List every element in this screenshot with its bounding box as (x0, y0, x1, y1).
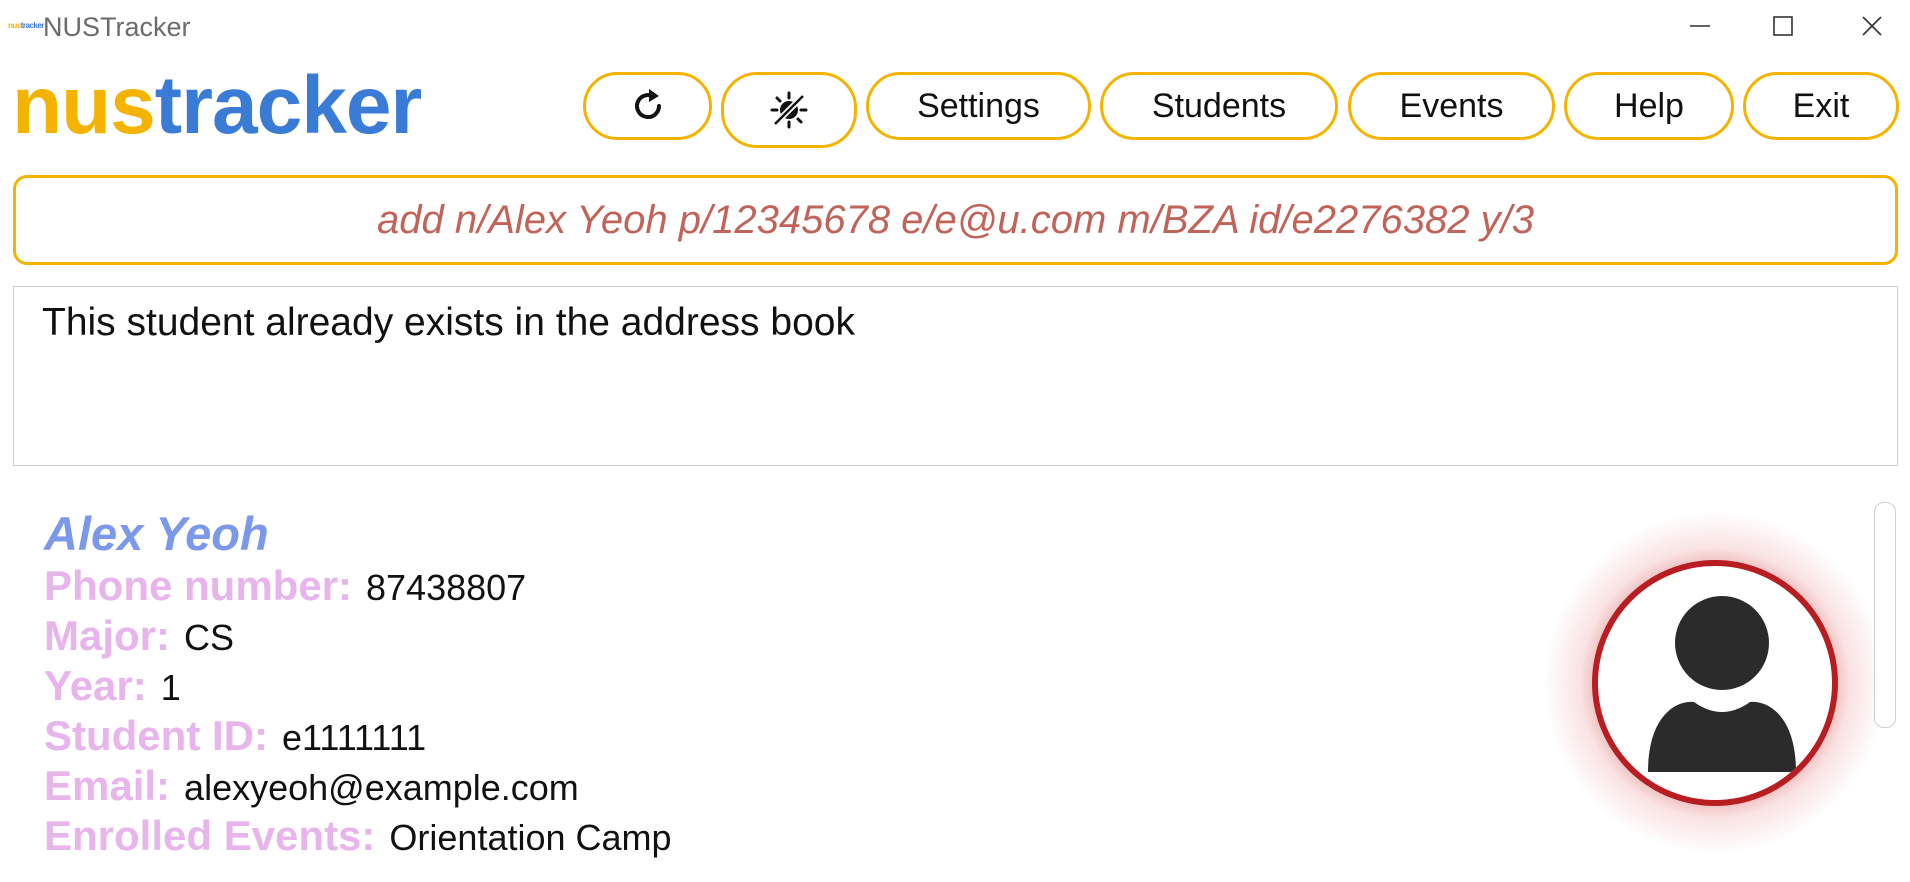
app-icon: nustracker (8, 21, 44, 30)
theme-toggle-icon (770, 91, 808, 129)
field-label: Year: (44, 662, 147, 709)
field-label: Phone number: (44, 562, 353, 609)
enrolled-events-value: Orientation Camp (389, 817, 672, 858)
phone-value: 87438807 (366, 567, 527, 608)
minimize-button[interactable] (1670, 4, 1730, 48)
major-field: Major: CS (44, 612, 234, 660)
avatar-frame (1592, 560, 1838, 806)
exit-button[interactable]: Exit (1743, 72, 1899, 140)
email-field: Email: alexyeoh@example.com (44, 762, 579, 810)
close-icon (1862, 16, 1882, 36)
refresh-button[interactable] (583, 72, 712, 140)
result-display: This student already exists in the addre… (13, 286, 1898, 466)
refresh-icon (634, 89, 661, 119)
window-title: NUSTracker (43, 12, 191, 42)
help-button[interactable]: Help (1564, 72, 1734, 140)
field-label: Enrolled Events: (44, 812, 376, 859)
student-name: Alex Yeoh (44, 507, 269, 560)
field-label: Major: (44, 612, 170, 659)
maximize-button[interactable] (1753, 4, 1813, 48)
theme-toggle-button[interactable] (721, 72, 857, 148)
avatar (1542, 510, 1888, 856)
major-value: CS (184, 617, 235, 658)
field-label: Student ID: (44, 712, 268, 759)
year-field: Year: 1 (44, 662, 181, 710)
students-button[interactable]: Students (1100, 72, 1338, 140)
enrolled-events-field: Enrolled Events: Orientation Camp (44, 812, 672, 860)
phone-field: Phone number: 87438807 (44, 562, 526, 610)
maximize-icon (1773, 16, 1793, 36)
command-box[interactable] (13, 175, 1898, 265)
year-value: 1 (160, 667, 181, 708)
window-titlebar: nustracker NUSTracker (0, 0, 1910, 52)
minimize-icon (1690, 25, 1710, 27)
user-avatar-icon (1648, 596, 1796, 772)
close-button[interactable] (1842, 4, 1902, 48)
student-id-field: Student ID: e1111111 (44, 712, 426, 760)
settings-button[interactable]: Settings (866, 72, 1091, 140)
app-logo: nustracker (12, 60, 422, 151)
events-button[interactable]: Events (1348, 72, 1555, 140)
field-label: Email: (44, 762, 171, 809)
student-id-value: e1111111 (281, 717, 427, 758)
scrollbar[interactable] (1874, 502, 1896, 728)
command-input[interactable] (16, 196, 1895, 244)
email-value: alexyeoh@example.com (184, 767, 579, 808)
